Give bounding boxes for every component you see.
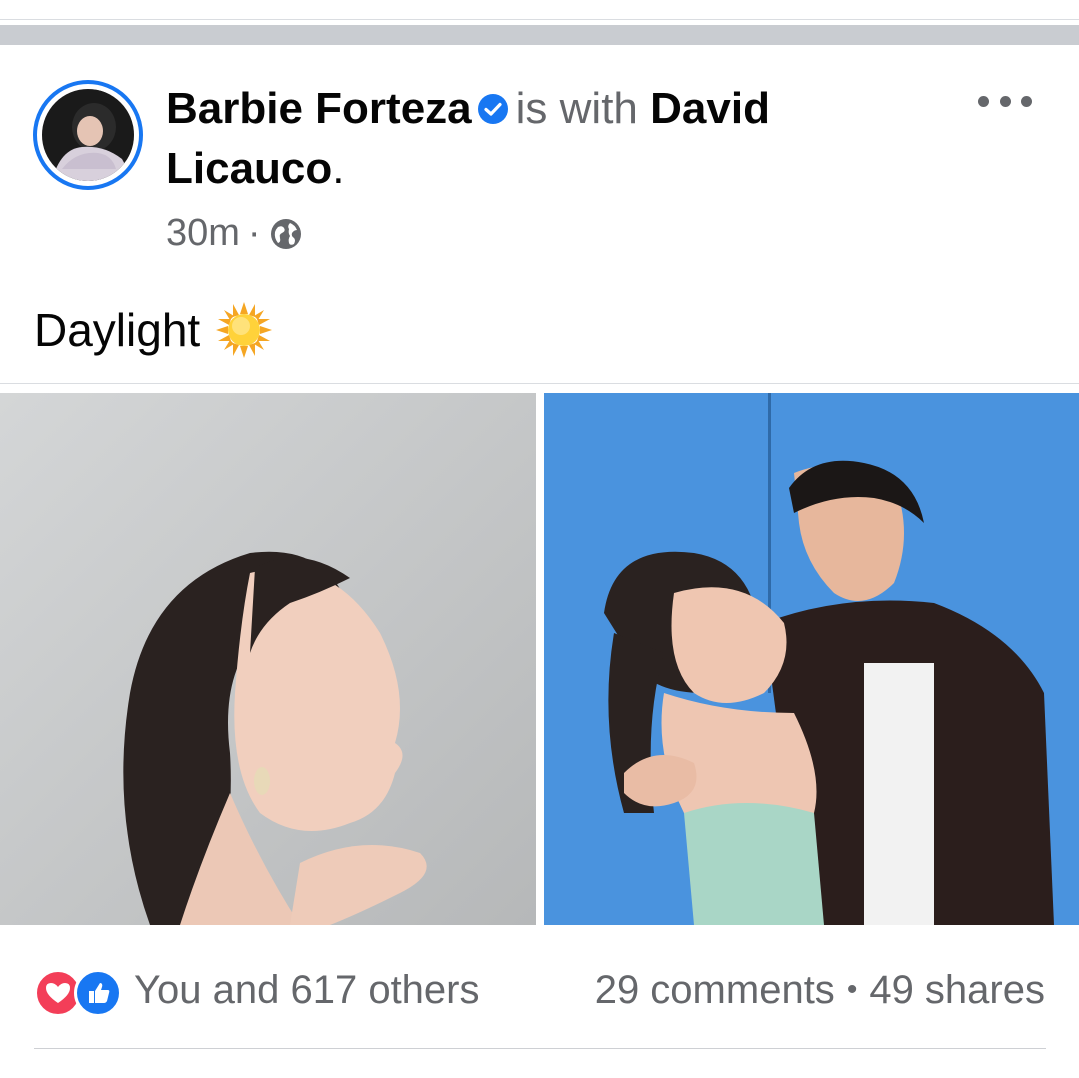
reaction-icons (34, 967, 124, 1017)
caption-text: Daylight (34, 304, 201, 356)
avatar[interactable] (42, 89, 134, 181)
more-dot (999, 95, 1011, 107)
post-header-line-1: Barbie Forteza is with David (166, 82, 926, 136)
shares-count[interactable]: 49 shares (869, 968, 1045, 1013)
reactions-summary[interactable]: You and 617 others (34, 964, 480, 1017)
post-time[interactable]: 30m (166, 210, 240, 256)
post-photo-2[interactable] (544, 393, 1079, 925)
is-with-text: is with (515, 84, 638, 133)
top-divider (0, 19, 1079, 20)
comments-count[interactable]: 29 comments (595, 968, 835, 1013)
avatar-image (42, 89, 134, 181)
more-dot (978, 95, 989, 107)
more-options-icon[interactable] (978, 86, 1032, 116)
verified-badge-icon (476, 85, 510, 124)
portrait-profile-image (0, 393, 536, 925)
engagement-counts: 29 comments • 49 shares (595, 964, 1045, 1016)
post-caption: Daylight (34, 300, 274, 360)
tagged-name-part-1[interactable]: David (650, 84, 770, 133)
post-meta: 30m · (166, 210, 303, 256)
post-header-line-2: Licauco. (166, 142, 926, 196)
counts-separator: • (846, 973, 858, 1006)
couple-photo-image (544, 393, 1079, 925)
meta-separator: · (247, 212, 261, 254)
reactions-text: You and 617 others (134, 967, 480, 1012)
tagged-name-part-2[interactable]: Licauco (166, 144, 332, 193)
sun-emoji-icon (214, 300, 274, 360)
footer-divider (34, 1048, 1046, 1049)
caption-divider (0, 383, 1079, 384)
like-reaction-icon (74, 969, 122, 1017)
post-photo-1[interactable] (0, 393, 536, 925)
globe-icon[interactable] (269, 216, 303, 250)
feed-separator (0, 25, 1079, 45)
more-dot (1021, 95, 1032, 107)
facebook-post-screen: Barbie Forteza is with David Licauco. 30m… (0, 0, 1079, 1078)
author-name[interactable]: Barbie Forteza (166, 84, 472, 133)
header-period: . (332, 144, 345, 193)
